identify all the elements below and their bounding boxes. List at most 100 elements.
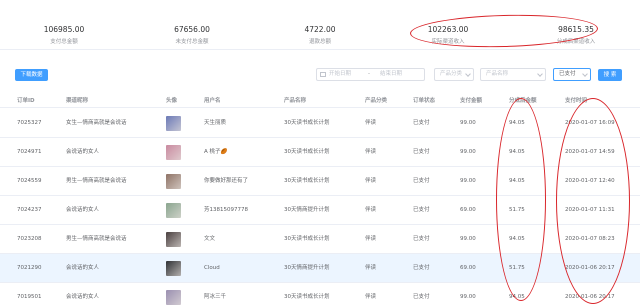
cell-username: 芳13815097778 xyxy=(204,207,248,213)
cell-share-amount: 51.75 xyxy=(509,265,525,271)
cell-product: 30天情商提升计划 xyxy=(284,207,330,213)
table-row[interactable]: 7024237 会说话的女人 芳13815097778 30天情商提升计划 伴读… xyxy=(0,196,640,225)
table-header: 订单ID 渠道昵称 头像 用户名 产品名称 产品分类 订单状态 支付金额 分成后… xyxy=(0,94,640,108)
cell-product: 30天读书成长计划 xyxy=(284,236,330,242)
avatar xyxy=(166,174,181,189)
cell-status: 已支付 xyxy=(413,207,430,213)
date-start-input[interactable]: 开始日期 xyxy=(329,69,351,80)
cell-product: 30天读书成长计划 xyxy=(284,294,330,300)
table-row[interactable]: 7024971 会说话的女人 A 桃子🏉 30天读书成长计划 伴读 已支付 99… xyxy=(0,138,640,167)
cell-amount: 99.00 xyxy=(460,236,476,242)
header-share-amount: 分成后金额 xyxy=(509,98,537,104)
table-row[interactable]: 7024559 男生—情商高就是会说话 你要做好那还有了 30天读书成长计划 伴… xyxy=(0,167,640,196)
cell-category: 伴读 xyxy=(365,178,377,184)
cell-order-id: 7024559 xyxy=(17,178,42,184)
cell-share-amount: 51.75 xyxy=(509,207,525,213)
chevron-down-icon xyxy=(537,71,543,77)
cell-username: Cloud xyxy=(204,265,220,271)
date-range-picker[interactable]: 开始日期 - 结束日期 xyxy=(316,68,425,81)
cell-channel: 会说话的女人 xyxy=(66,294,100,300)
chevron-down-icon xyxy=(465,71,471,77)
cell-pay-time: 2020-01-07 16:09 xyxy=(565,120,615,126)
stat-value: 106985.00 xyxy=(43,25,85,34)
stat-channel-share-income: 98615.35 分成后渠道收入 xyxy=(512,0,640,50)
cell-channel: 会说话的女人 xyxy=(66,207,100,213)
table-row[interactable]: 7025327 女生—情商高就是会说话 天生丽质 30天读书成长计划 伴读 已支… xyxy=(0,109,640,138)
stats-bar: 106985.00 支付总金额 67656.00 未支付总金额 4722.00 … xyxy=(0,0,640,50)
cell-order-id: 7024971 xyxy=(17,149,42,155)
header-avatar: 头像 xyxy=(166,98,178,104)
cell-username: 文文 xyxy=(204,236,216,242)
cell-amount: 69.00 xyxy=(460,207,476,213)
header-order-id[interactable]: 订单ID xyxy=(17,94,35,108)
cell-order-id: 7025327 xyxy=(17,120,42,126)
cell-pay-time: 2020-01-06 20:17 xyxy=(565,265,615,271)
cell-channel: 女生—情商高就是会说话 xyxy=(66,120,127,126)
cell-username: 你要做好那还有了 xyxy=(204,178,249,184)
avatar xyxy=(166,116,181,131)
category-select-value: 产品分类 xyxy=(440,71,463,77)
stat-total-paid: 106985.00 支付总金额 xyxy=(0,0,128,50)
cell-category: 伴读 xyxy=(365,236,377,242)
cell-product: 30天读书成长计划 xyxy=(284,178,330,184)
cell-category: 伴读 xyxy=(365,294,377,300)
stat-label: 退款总额 xyxy=(308,39,331,45)
avatar xyxy=(166,203,181,218)
stat-label: 分成后渠道收入 xyxy=(556,39,596,45)
stat-total-unpaid: 67656.00 未支付总金额 xyxy=(128,0,256,50)
status-select[interactable]: 已支付 xyxy=(553,68,591,81)
chevron-down-icon xyxy=(582,71,588,77)
cell-product: 30天读书成长计划 xyxy=(284,120,330,126)
search-button[interactable]: 搜 索 xyxy=(598,69,622,81)
cell-status: 已支付 xyxy=(413,178,430,184)
product-select[interactable]: 产品名称 xyxy=(480,68,546,81)
stat-value: 98615.35 xyxy=(558,25,594,34)
cell-share-amount: 94.05 xyxy=(509,236,525,242)
stat-total-refund: 4722.00 退款总额 xyxy=(256,0,384,50)
cell-category: 伴读 xyxy=(365,149,377,155)
cell-amount: 99.00 xyxy=(460,120,476,126)
cell-share-amount: 94.05 xyxy=(509,294,525,300)
cell-pay-time: 2020-01-07 12:40 xyxy=(565,178,615,184)
cell-username: 天生丽质 xyxy=(204,120,227,126)
header-pay-time: 支付时间 xyxy=(565,98,588,104)
avatar xyxy=(166,261,181,276)
calendar-icon xyxy=(320,72,326,77)
table-row[interactable]: 7021290 会说话的女人 Cloud 30天情商提升计划 伴读 已支付 69… xyxy=(0,254,640,283)
cell-category: 伴读 xyxy=(365,265,377,271)
cell-pay-time: 2020-01-07 14:59 xyxy=(565,149,615,155)
cell-channel: 会说话的女人 xyxy=(66,149,100,155)
stat-value: 4722.00 xyxy=(304,25,336,34)
date-end-input[interactable]: 结束日期 xyxy=(380,69,402,80)
category-select[interactable]: 产品分类 xyxy=(434,68,474,81)
cell-amount: 99.00 xyxy=(460,149,476,155)
header-username: 用户名 xyxy=(204,98,221,104)
cell-product: 30天情商提升计划 xyxy=(284,265,330,271)
cell-amount: 99.00 xyxy=(460,178,476,184)
avatar xyxy=(166,232,181,247)
product-select-value: 产品名称 xyxy=(486,71,509,77)
table-row[interactable]: 7019501 会说话的女人 阿冰三千 30天读书成长计划 伴读 已支付 99.… xyxy=(0,283,640,305)
stat-value: 102263.00 xyxy=(427,25,469,34)
cell-category: 伴读 xyxy=(365,120,377,126)
date-separator: - xyxy=(368,71,370,77)
header-channel: 渠道昵称 xyxy=(66,98,89,104)
cell-order-id: 7021290 xyxy=(17,265,42,271)
cell-amount: 69.00 xyxy=(460,265,476,271)
table-row[interactable]: 7023208 男生—情商高就是会说话 文文 30天读书成长计划 伴读 已支付 … xyxy=(0,225,640,254)
cell-category: 伴读 xyxy=(365,207,377,213)
cell-order-id: 7024237 xyxy=(17,207,42,213)
cell-order-id: 7023208 xyxy=(17,236,42,242)
header-amount: 支付金额 xyxy=(460,98,483,104)
cell-status: 已支付 xyxy=(413,120,430,126)
cell-pay-time: 2020-01-07 11:31 xyxy=(565,207,615,213)
cell-pay-time: 2020-01-06 20:17 xyxy=(565,294,615,300)
avatar xyxy=(166,145,181,160)
cell-username: A 桃子🏉 xyxy=(204,149,228,155)
cell-product: 30天读书成长计划 xyxy=(284,149,330,155)
cell-status: 已支付 xyxy=(413,149,430,155)
download-data-button[interactable]: 下载数据 xyxy=(15,69,48,81)
cell-status: 已支付 xyxy=(413,294,430,300)
cell-channel: 男生—情商高就是会说话 xyxy=(66,178,127,184)
header-product: 产品名称 xyxy=(284,98,307,104)
